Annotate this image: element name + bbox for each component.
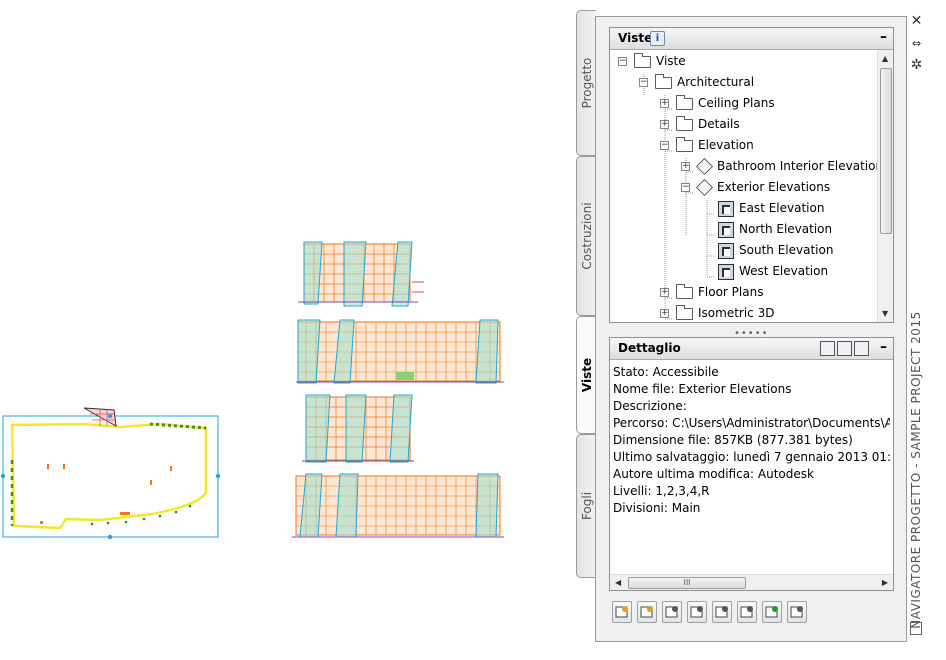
folder-open-icon xyxy=(676,136,693,152)
elevation-view-west[interactable] xyxy=(292,473,504,538)
tab-costruzioni[interactable]: Costruzioni xyxy=(576,156,596,316)
tree-item-label: Exterior Elevations xyxy=(717,180,831,194)
folder-icon xyxy=(676,115,693,131)
scroll-left-icon[interactable]: ◀ xyxy=(615,578,621,587)
tree-item-label: South Elevation xyxy=(739,243,834,257)
folder-icon xyxy=(676,304,693,320)
tree-item-label: Architectural xyxy=(677,75,755,89)
view-icon xyxy=(718,242,734,259)
elevation-view-east[interactable] xyxy=(298,241,424,307)
new-viewset-icon[interactable] xyxy=(637,601,657,623)
expand-icon[interactable]: + xyxy=(660,309,669,318)
views-vertical-scrollbar[interactable]: ▲ ▼ xyxy=(877,50,893,322)
clipboard-icon[interactable] xyxy=(687,601,707,623)
external-link-icon[interactable] xyxy=(787,601,807,623)
tree-item-label: North Elevation xyxy=(739,222,833,236)
palette-title: NAVIGATORE PROGETTO - SAMPLE PROJECT 201… xyxy=(909,311,923,629)
view-icon xyxy=(718,200,734,217)
detail-line: Ultimo salvataggio: lunedì 7 gennaio 201… xyxy=(613,450,890,464)
view-icon xyxy=(718,263,734,280)
new-view-icon[interactable] xyxy=(612,601,632,623)
details-section: Dettaglio – Stato: Accessibile Nome file:… xyxy=(609,337,894,591)
views-section: Viste i – − Viste − Architectural + Ceiling P… xyxy=(609,27,894,323)
details-view-icon[interactable] xyxy=(837,341,852,356)
collapse-icon[interactable]: − xyxy=(618,57,627,66)
detail-line: Divisioni: Main xyxy=(613,501,701,515)
expand-icon[interactable]: + xyxy=(660,288,669,297)
regenerate-icon[interactable] xyxy=(662,601,682,623)
autohide-icon[interactable]: ⇔ xyxy=(909,36,924,51)
tree-item-label: Bathroom Interior Elevations xyxy=(717,159,877,173)
bottom-toolbar xyxy=(609,598,809,628)
expand-icon[interactable]: + xyxy=(660,120,669,129)
drawing-canvas[interactable] xyxy=(0,0,576,660)
folder-open-icon xyxy=(655,73,672,89)
elevation-view-south[interactable] xyxy=(302,394,414,463)
tab-fogli-label: Fogli xyxy=(579,491,594,521)
collapse-icon[interactable]: − xyxy=(639,78,648,87)
detail-line: Stato: Accessibile xyxy=(613,365,719,379)
detail-line: Nome file: Exterior Elevations xyxy=(613,382,792,396)
folder-icon xyxy=(676,94,693,110)
scroll-up-icon[interactable]: ▲ xyxy=(882,54,888,63)
info-icon[interactable]: i xyxy=(650,31,665,46)
tab-viste[interactable]: Viste xyxy=(576,316,597,434)
refresh-icon[interactable] xyxy=(762,601,782,623)
detail-line: Dimensione file: 857KB (877.381 bytes) xyxy=(613,433,853,447)
tab-progetto[interactable]: Progetto xyxy=(576,10,596,156)
preview-icon[interactable] xyxy=(820,341,835,356)
tab-costruzioni-label: Costruzioni xyxy=(579,202,594,270)
tree-item-label: Ceiling Plans xyxy=(698,96,775,110)
views-tree[interactable]: − Viste − Architectural + Ceiling Plans + Detai… xyxy=(610,50,877,322)
palette-menu-icon[interactable] xyxy=(910,622,922,635)
hscroll-thumb[interactable]: III xyxy=(628,577,746,589)
folder-open-icon xyxy=(634,52,651,68)
views-collapse-button[interactable]: – xyxy=(880,29,887,45)
properties-icon[interactable]: ✲ xyxy=(909,58,924,73)
tree-item-label: East Elevation xyxy=(739,201,825,215)
details-text: Stato: Accessibile Nome file: Exterior El… xyxy=(613,364,890,517)
collapse-icon[interactable]: − xyxy=(660,141,669,150)
details-section-header: Dettaglio – xyxy=(610,338,893,360)
tree-item-label: Floor Plans xyxy=(698,285,764,299)
tab-fogli[interactable]: Fogli xyxy=(576,434,596,578)
view-icon xyxy=(718,221,734,238)
floor-plan-view[interactable] xyxy=(0,407,221,540)
palette-side-tabs: Progetto Costruzioni Viste Fogli xyxy=(576,10,597,650)
sheet-icon[interactable] xyxy=(737,601,757,623)
folder-icon xyxy=(676,283,693,299)
zoom-preview-icon[interactable] xyxy=(854,341,869,356)
close-icon[interactable]: ✕ xyxy=(909,14,924,29)
detail-line: Percorso: C:\Users\Administrator\Documen… xyxy=(613,416,890,430)
tree-item-label: West Elevation xyxy=(739,264,829,278)
detail-line: Livelli: 1,2,3,4,R xyxy=(613,484,710,498)
scroll-right-icon[interactable]: ▶ xyxy=(882,578,888,587)
tab-viste-label: Viste xyxy=(580,357,594,393)
details-horizontal-scrollbar[interactable]: ◀ III ▶ xyxy=(610,574,893,590)
elevation-view-north[interactable] xyxy=(296,319,504,384)
details-collapse-button[interactable]: – xyxy=(880,339,887,355)
detail-line: Autore ultima modifica: Autodesk xyxy=(613,467,814,481)
scroll-down-icon[interactable]: ▼ xyxy=(882,309,888,318)
tree-item-label: Viste xyxy=(656,54,686,68)
select-view-icon[interactable] xyxy=(712,601,732,623)
tree-item-label: Elevation xyxy=(698,138,754,152)
expand-icon[interactable]: + xyxy=(681,162,690,171)
details-section-title: Dettaglio xyxy=(618,341,681,355)
locked-viewset-icon xyxy=(696,179,713,196)
expand-icon[interactable]: + xyxy=(660,99,669,108)
project-navigator-palette: Viste i – − Viste − Architectural + Ceiling P… xyxy=(595,16,907,642)
detail-line: Descrizione: xyxy=(613,399,687,413)
viewset-icon xyxy=(696,158,713,175)
palette-title-strip: ✕ ⇔ ✲ NAVIGATORE PROGETTO - SAMPLE PROJE… xyxy=(907,10,926,646)
tree-item-label: Details xyxy=(698,117,740,131)
collapse-icon[interactable]: − xyxy=(681,183,690,192)
views-section-header: Viste i – xyxy=(610,28,893,50)
tab-progetto-label: Progetto xyxy=(579,57,594,109)
tree-item-label: Isometric 3D xyxy=(698,306,775,320)
scroll-thumb[interactable] xyxy=(880,68,892,234)
views-section-title: Viste xyxy=(618,31,653,45)
